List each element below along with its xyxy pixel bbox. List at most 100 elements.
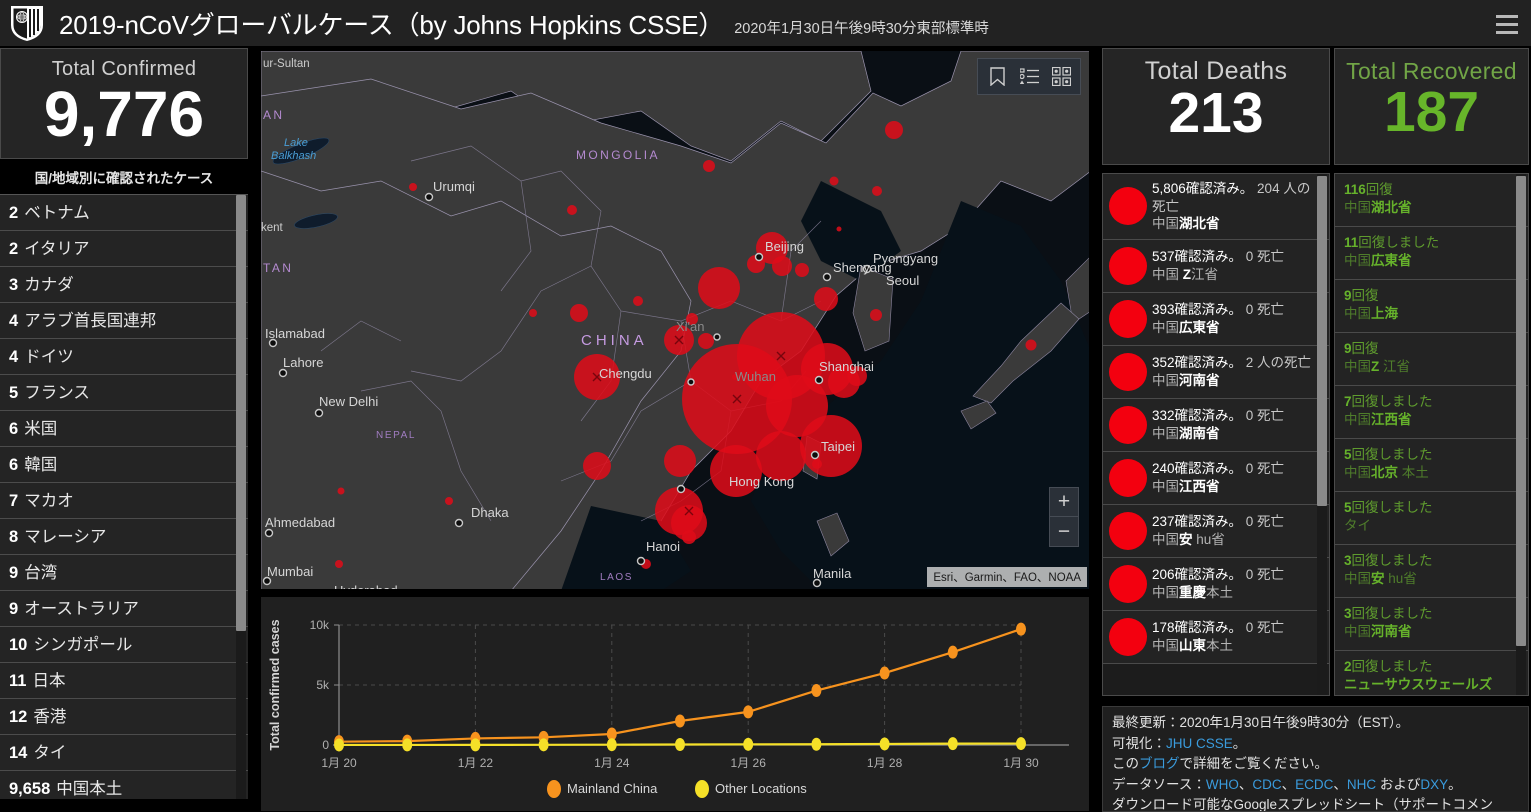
footer-blog-post: で詳細をご覧ください。: [1179, 756, 1329, 772]
country-row[interactable]: 9 オーストラリア: [0, 591, 248, 627]
country-row[interactable]: 4 アラブ首長国連邦: [0, 303, 248, 339]
data-source-link-cdc[interactable]: CDC: [1252, 777, 1281, 792]
country-row[interactable]: 11 日本: [0, 663, 248, 699]
chart-point[interactable]: [947, 645, 958, 659]
recovered-row[interactable]: 2回復しました ニューサウスウェールズ: [1335, 651, 1528, 695]
country-row[interactable]: 10 シンガポール: [0, 627, 248, 663]
country-row[interactable]: 3 カナダ: [0, 267, 248, 303]
country-row[interactable]: 6 韓国: [0, 447, 248, 483]
confirmed-country-list[interactable]: 2 ベトナム 2 イタリア 3 カナダ 4 アラブ首長国連邦 4 ドイツ 5 フランス 6 米国 6 韓国 7 マ…: [0, 194, 248, 799]
recovered-row[interactable]: 3回復しました 中国河南省: [1335, 598, 1528, 651]
footer-visualization: 可視化：JHU CSSE。: [1112, 734, 1519, 755]
country-row[interactable]: 9,658 中国本土: [0, 771, 248, 799]
dashboard-root: 2019-nCoVグローバルケース（by Johns Hopkins CSSE）…: [0, 0, 1531, 812]
recovered-region-list[interactable]: 116回復 中国湖北省 11回復しました 中国広東省 9回復 中国上海 9回復 中国Z 江省 7…: [1334, 173, 1529, 696]
data-source-link-nhc[interactable]: NHC: [1347, 777, 1376, 792]
country-name: ベトナム: [24, 204, 90, 222]
death-count: 0 死亡: [1242, 302, 1285, 318]
country-name: ドイツ: [24, 348, 74, 366]
recovered-list-scrollbar-thumb[interactable]: [1516, 176, 1526, 646]
y-axis-tick-label: 10k: [310, 618, 330, 632]
recovered-row[interactable]: 9回復 中国上海: [1335, 280, 1528, 333]
chart-point[interactable]: [675, 714, 685, 728]
death-row[interactable]: 206確認済み。 0 死亡 中国重慶本土: [1103, 557, 1329, 611]
death-row[interactable]: 240確認済み。 0 死亡 中国江西省: [1103, 451, 1329, 505]
total-confirmed-card: Total Confirmed 9,776: [0, 48, 248, 159]
death-region: 中国山東本土: [1152, 637, 1233, 653]
recovered-count: 3: [1344, 606, 1352, 621]
death-row[interactable]: 5,806確認済み。 204 人の死亡 中国湖北省: [1103, 174, 1329, 240]
country-row[interactable]: 14 タイ: [0, 735, 248, 771]
death-row[interactable]: 393確認済み。 0 死亡 中国広東省: [1103, 292, 1329, 346]
data-source-link-who[interactable]: WHO: [1206, 777, 1239, 792]
death-row[interactable]: 237確認済み。 0 死亡 中国安 hu省: [1103, 504, 1329, 558]
deaths-list-scrollbar-thumb[interactable]: [1317, 176, 1327, 506]
death-row[interactable]: 537確認済み。 0 死亡 中国 Z江省: [1103, 239, 1329, 293]
recovered-row[interactable]: 116回復 中国湖北省: [1335, 174, 1528, 227]
chart-point[interactable]: [606, 738, 617, 752]
map-canvas[interactable]: ur-SultanANLakeBalkhashkentTANUrumqiMONG…: [261, 51, 1090, 590]
chart-point[interactable]: [743, 705, 754, 719]
map-tools-bar[interactable]: [977, 58, 1081, 95]
country-row[interactable]: 9 台湾: [0, 555, 248, 591]
death-marker-icon: [1109, 617, 1147, 656]
chart-point[interactable]: [811, 684, 822, 698]
chart-point[interactable]: [675, 738, 685, 752]
zoom-out-button[interactable]: −: [1050, 517, 1078, 546]
jhu-shield-logo: [11, 6, 43, 41]
chart-point[interactable]: [402, 738, 413, 752]
bookmark-icon[interactable]: [982, 62, 1012, 92]
recovered-label: 回復: [1365, 182, 1393, 197]
data-source-link-dxy[interactable]: DXY: [1420, 777, 1448, 792]
recovered-row[interactable]: 9回復 中国Z 江省: [1335, 333, 1528, 386]
chart-point[interactable]: [947, 737, 958, 751]
country-name: アラブ首長国連邦: [24, 312, 157, 330]
recovered-row[interactable]: 11回復しました 中国広東省: [1335, 227, 1528, 280]
country-row[interactable]: 2 ベトナム: [0, 195, 248, 231]
zoom-in-button[interactable]: +: [1050, 488, 1078, 517]
country-row[interactable]: 4 ドイツ: [0, 339, 248, 375]
chart-point[interactable]: [879, 666, 890, 680]
footer-data-sources: データソース：WHO、CDC、ECDC、NHC およびDXY。: [1112, 775, 1519, 796]
legend-list-icon[interactable]: [1014, 62, 1044, 92]
confirmed-list-scrollbar-thumb[interactable]: [236, 195, 246, 631]
death-row[interactable]: 352確認済み。 2 人の死亡 中国河南省: [1103, 345, 1329, 399]
chart-point[interactable]: [470, 738, 481, 752]
death-row[interactable]: 178確認済み。 0 死亡 中国山東本土: [1103, 610, 1329, 664]
legend-label-1[interactable]: Other Locations: [715, 781, 807, 796]
chart-point[interactable]: [1016, 737, 1026, 751]
chart-point[interactable]: [334, 738, 344, 752]
total-confirmed-value: 9,776: [43, 78, 205, 150]
country-row[interactable]: 12 香港: [0, 699, 248, 735]
chart-point[interactable]: [811, 737, 822, 751]
map-zoom-controls[interactable]: + −: [1049, 487, 1079, 547]
recovered-row[interactable]: 5回復しました タイ: [1335, 492, 1528, 545]
recovered-row[interactable]: 5回復しました 中国北京 本土: [1335, 439, 1528, 492]
recovered-label: 回復: [1351, 341, 1379, 356]
chart-point[interactable]: [1016, 622, 1026, 636]
case-map[interactable]: ur-Sultan AN Lake Balkhash kent TAN Urumqi MONG…: [260, 50, 1090, 590]
country-row[interactable]: 6 米国: [0, 411, 248, 447]
country-row[interactable]: 8 マレーシア: [0, 519, 248, 555]
country-row[interactable]: 2 イタリア: [0, 231, 248, 267]
country-name: シンガポール: [33, 636, 133, 654]
data-source-link-ecdc[interactable]: ECDC: [1295, 777, 1333, 792]
death-marker-icon: [1109, 564, 1147, 603]
country-row[interactable]: 5 フランス: [0, 375, 248, 411]
chart-point[interactable]: [743, 737, 754, 751]
recovered-row[interactable]: 7回復しました 中国江西省: [1335, 386, 1528, 439]
footer-sep: 、: [1281, 776, 1296, 792]
recovered-row[interactable]: 3回復しました 中国安 hu省: [1335, 545, 1528, 598]
country-row[interactable]: 7 マカオ: [0, 483, 248, 519]
death-row[interactable]: 332確認済み。 0 死亡 中国湖南省: [1103, 398, 1329, 452]
legend-label-0[interactable]: Mainland China: [567, 781, 658, 796]
chart-point[interactable]: [538, 738, 549, 752]
basemap-gallery-icon[interactable]: [1046, 62, 1076, 92]
blog-link[interactable]: ブログ: [1139, 756, 1180, 771]
hamburger-menu-icon[interactable]: [1489, 8, 1525, 40]
jhu-csse-link[interactable]: JHU CSSE: [1166, 736, 1233, 751]
chart-point[interactable]: [879, 737, 890, 751]
deaths-region-list[interactable]: 5,806確認済み。 204 人の死亡 中国湖北省 537確認済み。 0 死亡 中国 …: [1102, 173, 1330, 696]
recovered-region: 中国湖北省: [1344, 200, 1412, 216]
footer-visualization-label: 可視化：: [1112, 735, 1166, 751]
